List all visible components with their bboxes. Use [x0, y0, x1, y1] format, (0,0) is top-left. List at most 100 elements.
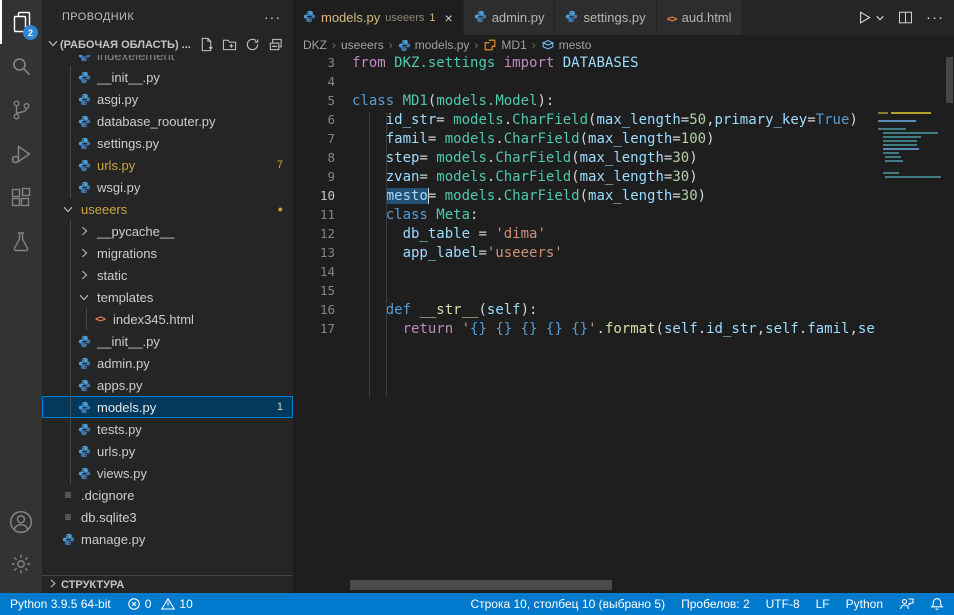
outline-section-header[interactable]: СТРУКТУРА — [42, 575, 293, 593]
tree-item-db-sqlite3[interactable]: ≡db.sqlite3 — [42, 506, 293, 528]
code-line — [352, 264, 878, 283]
line-number[interactable]: 7 — [293, 131, 343, 150]
accounts-icon[interactable] — [0, 500, 42, 544]
tree-item-database-roouter-py[interactable]: database_roouter.py — [42, 110, 293, 132]
code-lines[interactable]: from DKZ.settings import DATABASESclass … — [352, 55, 878, 340]
line-number[interactable]: 4 — [293, 74, 343, 93]
explorer-icon[interactable]: 2 — [0, 0, 42, 44]
tab-admin-py[interactable]: admin.py — [464, 0, 556, 35]
minimap-line — [883, 132, 938, 134]
breadcrumb-item-models-py[interactable]: models.py — [398, 38, 470, 52]
tree-item-templates[interactable]: templates — [42, 286, 293, 308]
breadcrumb-label: MD1 — [501, 38, 526, 52]
html-file-icon: <> — [667, 10, 677, 25]
line-number[interactable]: 17 — [293, 321, 343, 340]
extensions-icon[interactable] — [0, 176, 42, 220]
py-file-icon — [76, 135, 92, 151]
eol-status[interactable]: LF — [816, 597, 830, 611]
line-number[interactable]: 11 — [293, 207, 343, 226]
tree-item-label: database_roouter.py — [97, 114, 216, 129]
line-number[interactable]: 16 — [293, 302, 343, 321]
problems-status[interactable]: 0 10 — [127, 597, 193, 611]
tree-indent-guide — [70, 220, 71, 484]
indentation-status[interactable]: Пробелов: 2 — [681, 597, 750, 611]
line-number[interactable]: 10 — [293, 188, 343, 207]
tree-item-index345-html[interactable]: <>index345.html — [42, 308, 293, 330]
close-icon[interactable]: × — [445, 10, 453, 26]
tree-indent-guide — [86, 308, 87, 330]
tree-item--init-py[interactable]: __init__.py — [42, 66, 293, 88]
line-number-gutter[interactable]: 34567891011121314151617 — [293, 55, 343, 340]
tree-item-apps-py[interactable]: apps.py — [42, 374, 293, 396]
tree-item--init-py[interactable]: __init__.py — [42, 330, 293, 352]
minimap[interactable] — [878, 112, 945, 593]
tab-settings-py[interactable]: settings.py — [555, 0, 656, 35]
line-number[interactable]: 8 — [293, 150, 343, 169]
run-and-debug-icon[interactable] — [0, 132, 42, 176]
tree-item-wsgi-py[interactable]: wsgi.py — [42, 176, 293, 198]
refresh-icon[interactable] — [245, 37, 260, 52]
minimap-line — [885, 156, 901, 158]
tree-item--dcignore[interactable]: ≡.dcignore — [42, 484, 293, 506]
language-mode-status[interactable]: Python — [846, 597, 883, 611]
source-control-icon[interactable] — [0, 88, 42, 132]
py-file-icon — [76, 465, 92, 481]
sidebar-title: ПРОВОДНИК — [62, 11, 134, 23]
testing-icon[interactable] — [0, 220, 42, 264]
bell-icon[interactable] — [930, 597, 944, 611]
tree-item-urls-py[interactable]: urls.py — [42, 440, 293, 462]
line-number[interactable]: 5 — [293, 93, 343, 112]
line-number[interactable]: 15 — [293, 283, 343, 302]
tab-bar: models.pyuseeers1×admin.pysettings.py<>a… — [293, 0, 954, 35]
breadcrumb-item-useeers[interactable]: useeers — [341, 38, 384, 52]
line-number[interactable]: 14 — [293, 264, 343, 283]
settings-gear-icon[interactable] — [0, 542, 42, 586]
tree-item-settings-py[interactable]: settings.py — [42, 132, 293, 154]
feedback-icon[interactable] — [899, 597, 914, 611]
tree-item-admin-py[interactable]: admin.py — [42, 352, 293, 374]
line-number[interactable]: 12 — [293, 226, 343, 245]
line-number[interactable]: 13 — [293, 245, 343, 264]
vertical-scrollbar[interactable] — [946, 57, 953, 103]
tree-item-tests-py[interactable]: tests.py — [42, 418, 293, 440]
chevron-down-icon — [60, 201, 76, 217]
tree-item-label: urls.py — [97, 444, 135, 459]
tab-models-py[interactable]: models.pyuseeers1× — [293, 0, 464, 35]
sidebar-more-icon[interactable]: ··· — [264, 9, 281, 25]
new-file-icon[interactable] — [199, 37, 214, 52]
more-actions-icon[interactable]: ··· — [926, 9, 944, 26]
search-icon[interactable] — [0, 44, 42, 88]
horizontal-scrollbar[interactable] — [350, 580, 612, 590]
py-file-icon — [565, 10, 578, 26]
tree-item-label: urls.py — [97, 158, 135, 173]
tree-item-static[interactable]: static — [42, 264, 293, 286]
tree-item-models-py[interactable]: models.py1 — [42, 396, 293, 418]
tree-item-useeers[interactable]: useeers● — [42, 198, 293, 220]
new-folder-icon[interactable] — [222, 37, 237, 52]
interpreter-status[interactable]: Python 3.9.5 64-bit — [10, 597, 111, 611]
code-line: return '{} {} {} {} {}'.format(self.id_s… — [352, 321, 878, 340]
line-number[interactable]: 9 — [293, 169, 343, 188]
breadcrumb-item-MD1[interactable]: MD1 — [483, 38, 526, 52]
cursor-position-status[interactable]: Строка 10, столбец 10 (выбрано 5) — [470, 597, 665, 611]
tree-item-migrations[interactable]: migrations — [42, 242, 293, 264]
breadcrumb-item-mesto[interactable]: mesto — [541, 38, 592, 52]
breadcrumb-item-DKZ[interactable]: DKZ — [303, 38, 327, 52]
workspace-header[interactable]: (РАБОЧАЯ ОБЛАСТЬ) ... — [42, 34, 293, 55]
run-button[interactable] — [856, 9, 885, 26]
indent-guide — [369, 112, 370, 397]
tree-item--pycache-[interactable]: __pycache__ — [42, 220, 293, 242]
encoding-status[interactable]: UTF-8 — [766, 597, 800, 611]
line-number[interactable]: 6 — [293, 112, 343, 131]
tab-aud-html[interactable]: <>aud.html — [657, 0, 743, 35]
line-number[interactable]: 3 — [293, 55, 343, 74]
tree-item-asgi-py[interactable]: asgi.py — [42, 88, 293, 110]
code-area[interactable]: 34567891011121314151617 from DKZ.setting… — [293, 55, 954, 593]
tree-item-urls-py[interactable]: urls.py7 — [42, 154, 293, 176]
tree-item-indexelement[interactable]: indexelement — [42, 55, 293, 66]
split-editor-icon[interactable] — [897, 9, 914, 26]
tree-item-views-py[interactable]: views.py — [42, 462, 293, 484]
tree-item-manage-py[interactable]: manage.py — [42, 528, 293, 550]
collapse-all-icon[interactable] — [268, 37, 283, 52]
code-line — [352, 74, 878, 93]
